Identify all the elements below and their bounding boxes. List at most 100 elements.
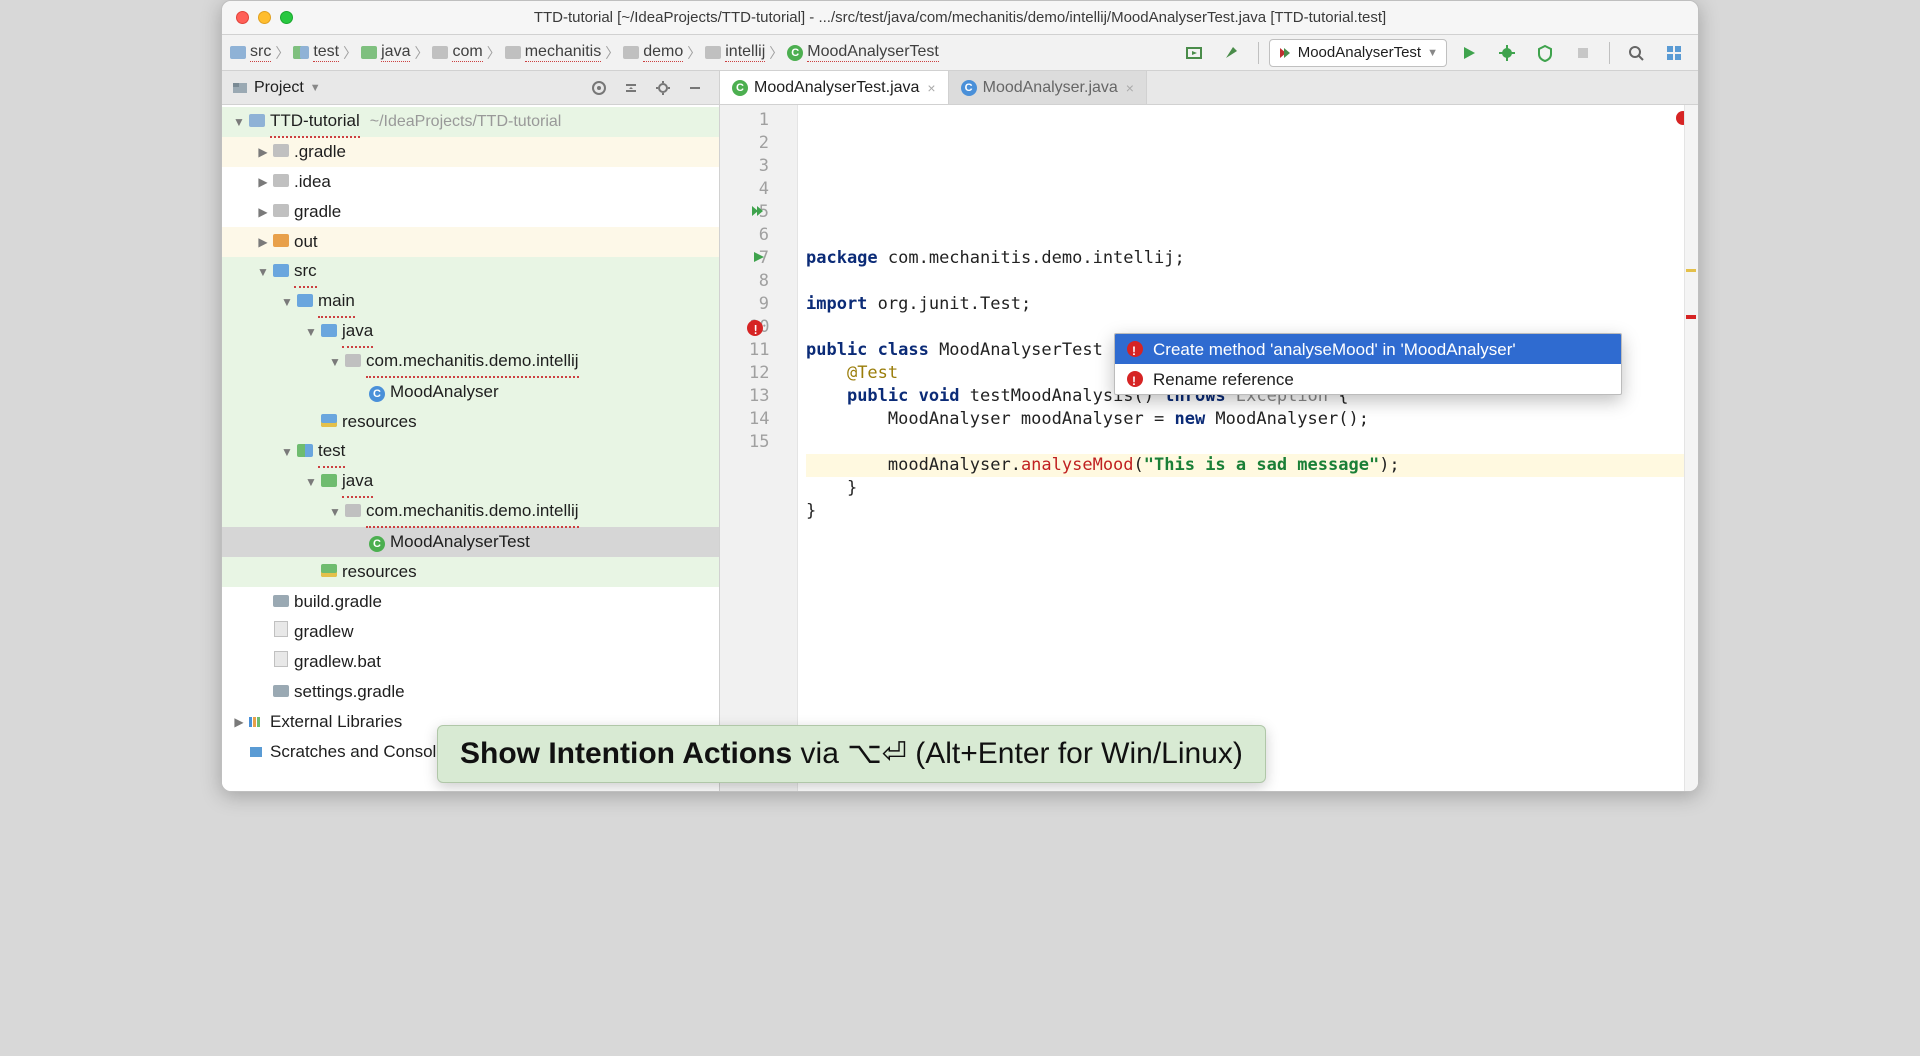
gutter-row[interactable]: 10 bbox=[726, 316, 769, 339]
code-line[interactable] bbox=[806, 431, 1698, 454]
project-tree[interactable]: ▼TTD-tutorial~/IdeaProjects/TTD-tutorial… bbox=[222, 105, 719, 791]
tree-item[interactable]: ▼TTD-tutorial~/IdeaProjects/TTD-tutorial bbox=[222, 107, 719, 137]
tree-twisty-icon[interactable]: ▼ bbox=[304, 467, 318, 497]
editor-body[interactable]: Create method 'analyseMood' in 'MoodAnal… bbox=[798, 105, 1698, 791]
run-line-marker-icon[interactable] bbox=[751, 205, 765, 217]
tree-twisty-icon[interactable]: ▶ bbox=[256, 227, 270, 257]
breadcrumb-item[interactable]: test bbox=[293, 43, 339, 62]
close-tab-icon[interactable]: × bbox=[927, 80, 935, 96]
tree-item[interactable]: gradlew bbox=[222, 617, 719, 647]
gutter-row[interactable]: 3 bbox=[726, 155, 769, 178]
gutter-row[interactable]: 8 bbox=[726, 270, 769, 293]
breadcrumb[interactable]: src〉test〉java〉com〉mechanitis〉demo〉intell… bbox=[230, 43, 1172, 63]
editor-gutter[interactable]: 123456789101112131415 bbox=[720, 105, 798, 791]
gutter-row[interactable]: 9 bbox=[726, 293, 769, 316]
tree-twisty-icon[interactable]: ▼ bbox=[304, 317, 318, 347]
code-line[interactable]: } bbox=[806, 477, 1698, 500]
tree-twisty-icon[interactable]: ▶ bbox=[256, 167, 270, 197]
tree-twisty-icon[interactable]: ▼ bbox=[280, 287, 294, 317]
breadcrumb-item[interactable]: intellij bbox=[705, 43, 765, 62]
tree-item[interactable]: ▶.gradle bbox=[222, 137, 719, 167]
run-config-combo[interactable]: MoodAnalyserTest ▼ bbox=[1269, 39, 1447, 67]
tree-item[interactable]: ▼java bbox=[222, 467, 719, 497]
debug-button[interactable] bbox=[1491, 39, 1523, 67]
tree-item[interactable]: ▶.idea bbox=[222, 167, 719, 197]
hide-tool-window-icon[interactable] bbox=[681, 76, 709, 100]
stop-button[interactable] bbox=[1567, 39, 1599, 67]
error-stripe[interactable] bbox=[1684, 105, 1698, 791]
tree-item[interactable]: build.gradle bbox=[222, 587, 719, 617]
gutter-row[interactable]: 14 bbox=[726, 408, 769, 431]
select-opened-file-icon[interactable] bbox=[585, 76, 613, 100]
gutter-row[interactable]: 11 bbox=[726, 339, 769, 362]
gutter-row[interactable]: 12 bbox=[726, 362, 769, 385]
tree-item[interactable]: ▼com.mechanitis.demo.intellij bbox=[222, 497, 719, 527]
breadcrumb-item[interactable]: mechanitis bbox=[505, 43, 601, 62]
gutter-row[interactable]: 5 bbox=[726, 201, 769, 224]
intention-item[interactable]: Rename reference bbox=[1115, 364, 1621, 394]
code-line[interactable] bbox=[806, 523, 1698, 546]
tree-item[interactable]: ▼main bbox=[222, 287, 719, 317]
code-line[interactable]: moodAnalyser.analyseMood("This is a sad … bbox=[806, 454, 1698, 477]
code-line[interactable] bbox=[806, 270, 1698, 293]
breadcrumb-item[interactable]: src bbox=[230, 43, 271, 62]
editor-tab[interactable]: CMoodAnalyser.java× bbox=[949, 71, 1147, 104]
editor-tab[interactable]: CMoodAnalyserTest.java× bbox=[720, 71, 949, 104]
tree-item[interactable]: resources bbox=[222, 557, 719, 587]
tree-twisty-icon[interactable]: ▶ bbox=[232, 707, 246, 737]
project-structure-icon[interactable] bbox=[1658, 39, 1690, 67]
tree-twisty-icon[interactable]: ▶ bbox=[256, 197, 270, 227]
gutter-row[interactable]: 2 bbox=[726, 132, 769, 155]
tree-item[interactable]: settings.gradle bbox=[222, 677, 719, 707]
tree-item[interactable]: CMoodAnalyserTest bbox=[222, 527, 719, 557]
coverage-button[interactable] bbox=[1529, 39, 1561, 67]
tree-item[interactable]: ▼com.mechanitis.demo.intellij bbox=[222, 347, 719, 377]
tree-item[interactable]: ▼java bbox=[222, 317, 719, 347]
gutter-row[interactable]: 4 bbox=[726, 178, 769, 201]
gutter-row[interactable]: 13 bbox=[726, 385, 769, 408]
gear-icon[interactable] bbox=[649, 76, 677, 100]
tree-twisty-icon[interactable]: ▼ bbox=[256, 257, 270, 287]
tree-item[interactable]: gradlew.bat bbox=[222, 647, 719, 677]
breadcrumb-item[interactable]: com bbox=[432, 43, 482, 62]
tree-twisty-icon[interactable]: ▼ bbox=[232, 107, 246, 137]
project-view-label[interactable]: Project bbox=[254, 79, 304, 97]
tree-item[interactable]: CMoodAnalyser bbox=[222, 377, 719, 407]
tree-item[interactable]: resources bbox=[222, 407, 719, 437]
gutter-row[interactable]: 1 bbox=[726, 109, 769, 132]
tree-item[interactable]: ▼src bbox=[222, 257, 719, 287]
tree-twisty-icon[interactable]: ▶ bbox=[256, 137, 270, 167]
close-tab-icon[interactable]: × bbox=[1126, 80, 1134, 96]
run-line-marker-icon[interactable] bbox=[753, 251, 765, 263]
tree-twisty-icon[interactable]: ▼ bbox=[328, 497, 342, 527]
breadcrumb-item[interactable]: CMoodAnalyserTest bbox=[787, 43, 939, 62]
code-line[interactable]: package com.mechanitis.demo.intellij; bbox=[806, 247, 1698, 270]
tree-item[interactable]: ▼test bbox=[222, 437, 719, 467]
search-everywhere-icon[interactable] bbox=[1620, 39, 1652, 67]
code-line[interactable] bbox=[806, 569, 1698, 592]
code-line[interactable] bbox=[806, 546, 1698, 569]
tree-item[interactable]: ▶out bbox=[222, 227, 719, 257]
zoom-window-button[interactable] bbox=[280, 11, 293, 24]
intention-actions-popup[interactable]: Create method 'analyseMood' in 'MoodAnal… bbox=[1114, 333, 1622, 395]
code-line[interactable]: } bbox=[806, 500, 1698, 523]
code-line[interactable]: MoodAnalyser moodAnalyser = new MoodAnal… bbox=[806, 408, 1698, 431]
tree-twisty-icon[interactable]: ▼ bbox=[328, 347, 342, 377]
close-window-button[interactable] bbox=[236, 11, 249, 24]
minimize-window-button[interactable] bbox=[258, 11, 271, 24]
gutter-row[interactable]: 15 bbox=[726, 431, 769, 454]
breadcrumb-item[interactable]: demo bbox=[623, 43, 683, 62]
run-button[interactable] bbox=[1453, 39, 1485, 67]
code-area[interactable]: 123456789101112131415 Create method 'ana… bbox=[720, 105, 1698, 791]
collapse-all-icon[interactable] bbox=[617, 76, 645, 100]
gutter-row[interactable]: 7 bbox=[726, 247, 769, 270]
gutter-row[interactable]: 6 bbox=[726, 224, 769, 247]
code-line[interactable]: import org.junit.Test; bbox=[806, 293, 1698, 316]
breadcrumb-item[interactable]: java bbox=[361, 43, 410, 62]
make-project-icon[interactable] bbox=[1178, 39, 1210, 67]
build-icon[interactable] bbox=[1216, 39, 1248, 67]
tree-item[interactable]: ▶gradle bbox=[222, 197, 719, 227]
intention-item[interactable]: Create method 'analyseMood' in 'MoodAnal… bbox=[1115, 334, 1621, 364]
tree-twisty-icon[interactable]: ▼ bbox=[280, 437, 294, 467]
chevron-down-icon[interactable]: ▼ bbox=[310, 82, 321, 94]
